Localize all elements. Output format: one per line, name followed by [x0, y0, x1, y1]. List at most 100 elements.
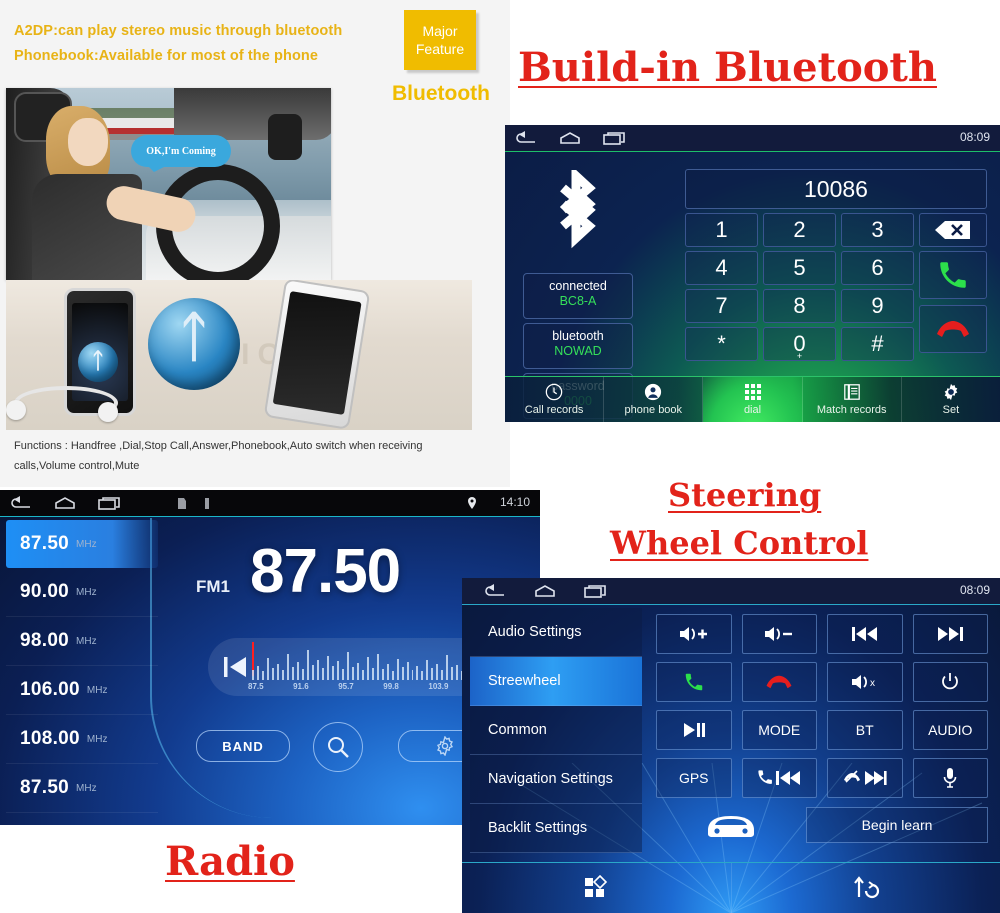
- menu-item-streewheel[interactable]: Streewheel: [470, 657, 642, 706]
- dial-key-4[interactable]: 4: [685, 251, 758, 285]
- dial-key-8[interactable]: 8: [763, 289, 836, 323]
- bt-tab-bar[interactable]: Call records phone book dial Match recor…: [505, 376, 1000, 422]
- radio-preset-list[interactable]: 87.50 MHz 90.00 MHz 98.00 MHz 106.00 MHz…: [6, 520, 158, 813]
- volume-down-button[interactable]: [741, 614, 817, 654]
- play-pause-button[interactable]: [656, 710, 732, 750]
- call-key[interactable]: [919, 251, 987, 299]
- dial-key-3[interactable]: 3: [841, 213, 914, 247]
- recents-icon[interactable]: [96, 496, 122, 511]
- tuner-tick: [396, 659, 399, 680]
- call-prev-button[interactable]: [741, 758, 817, 798]
- preset-item-4[interactable]: 106.00 MHz: [6, 666, 158, 715]
- dialed-number-display[interactable]: 10086: [685, 169, 987, 209]
- recents-icon[interactable]: [601, 131, 627, 146]
- dial-key-6[interactable]: 6: [841, 251, 914, 285]
- dial-key-7[interactable]: 7: [685, 289, 758, 323]
- white-phone: [263, 280, 371, 430]
- band-button[interactable]: BAND: [196, 730, 290, 762]
- tab-match-records[interactable]: Match records: [803, 377, 902, 422]
- preset-item-5[interactable]: 108.00 MHz: [6, 715, 158, 764]
- bluetooth-headunit-screen[interactable]: 08:09 connected BC8-A bluetooth NOWAD pa…: [505, 125, 1000, 422]
- tuner-tick: [311, 665, 314, 680]
- hangup-next-button[interactable]: [827, 758, 903, 798]
- next-track-button[interactable]: [912, 614, 988, 654]
- menu-item-audio-settings[interactable]: Audio Settings: [470, 608, 642, 657]
- swc-button-grid[interactable]: x MODE BT AUDIO GPS: [656, 614, 988, 798]
- list-icon: [843, 383, 861, 401]
- bluetooth-orb-large: ᛏ: [148, 298, 240, 390]
- backspace-key[interactable]: [919, 213, 987, 247]
- preset-item-6[interactable]: 87.50 MHz: [6, 764, 158, 813]
- radio-status-bar: 14:10: [0, 490, 540, 517]
- dial-key-star[interactable]: *: [685, 327, 758, 361]
- gps-button[interactable]: GPS: [656, 758, 732, 798]
- tuner-tick: [426, 660, 429, 680]
- mode-button[interactable]: MODE: [741, 710, 817, 750]
- mic-button[interactable]: [912, 758, 988, 798]
- mute-button[interactable]: x: [827, 662, 903, 702]
- audio-button[interactable]: AUDIO: [912, 710, 988, 750]
- bt-button[interactable]: BT: [827, 710, 903, 750]
- begin-learn-button[interactable]: Begin learn: [806, 807, 988, 843]
- steering-wheel-control-screen[interactable]: 08:09 Audio Settings Streewheel Common N…: [462, 578, 1000, 913]
- rearview-mirror: [268, 114, 302, 160]
- dial-key-hash[interactable]: #: [841, 327, 914, 361]
- tuner-tick: [271, 668, 274, 680]
- preset-freq-1: 87.50: [20, 533, 70, 554]
- dial-key-9[interactable]: 9: [841, 289, 914, 323]
- preset-item-3[interactable]: 98.00 MHz: [6, 617, 158, 666]
- bt-clock: 08:09: [959, 130, 990, 144]
- dial-key-2[interactable]: 2: [763, 213, 836, 247]
- tab-phone-book[interactable]: phone book: [604, 377, 704, 422]
- home-icon[interactable]: [557, 131, 583, 146]
- back-icon[interactable]: [482, 584, 508, 599]
- bluetooth-value: NOWAD: [554, 344, 602, 358]
- hangup-next-icon: [843, 770, 887, 785]
- tuner-tick: [421, 671, 424, 680]
- prev-station-icon[interactable]: [222, 654, 248, 680]
- hangup-icon: [766, 675, 792, 689]
- apps-button[interactable]: [462, 863, 732, 913]
- swc-bottom-bar[interactable]: [462, 862, 1000, 913]
- hangup-key[interactable]: [919, 305, 987, 353]
- tuner-tick: [401, 667, 404, 680]
- back-icon[interactable]: [513, 131, 539, 146]
- recents-icon[interactable]: [582, 584, 608, 599]
- search-button[interactable]: [313, 722, 363, 772]
- prev-track-button[interactable]: [827, 614, 903, 654]
- dial-key-0[interactable]: 0 +: [763, 327, 836, 361]
- menu-item-backlit-settings[interactable]: Backlit Settings: [470, 804, 642, 853]
- tuner-tick: [436, 664, 439, 680]
- dial-key-1[interactable]: 1: [685, 213, 758, 247]
- menu-item-navigation-settings[interactable]: Navigation Settings: [470, 755, 642, 804]
- a2dp-headline: A2DP:can play stereo music through bluet…: [14, 23, 343, 39]
- tuner-tick: [301, 669, 304, 680]
- scale-tick-2: 91.6: [293, 682, 309, 691]
- tuner-tick: [266, 658, 269, 680]
- preset-item-1[interactable]: 87.50 MHz: [6, 520, 158, 568]
- reset-button[interactable]: [732, 863, 1000, 913]
- tab-dial[interactable]: dial: [703, 377, 803, 422]
- backspace-icon: [935, 221, 970, 239]
- tuner-tick: [446, 655, 449, 680]
- radio-headunit-screen[interactable]: 14:10 87.50 MHz 90.00 MHz 98.00 MHz 106.…: [0, 490, 540, 825]
- power-button[interactable]: [912, 662, 988, 702]
- menu-item-common[interactable]: Common: [470, 706, 642, 755]
- connected-label: connected: [549, 279, 607, 293]
- volume-down-icon: [765, 627, 793, 641]
- tuner-tick: [416, 666, 419, 680]
- swc-clock: 08:09: [959, 583, 990, 597]
- call-button[interactable]: [656, 662, 732, 702]
- dial-key-5[interactable]: 5: [763, 251, 836, 285]
- volume-up-button[interactable]: [656, 614, 732, 654]
- tuner-tick: [376, 654, 379, 680]
- hangup-button[interactable]: [741, 662, 817, 702]
- home-icon[interactable]: [52, 496, 78, 511]
- back-icon[interactable]: [8, 496, 34, 511]
- home-icon[interactable]: [532, 584, 558, 599]
- settings-menu[interactable]: Audio Settings Streewheel Common Navigat…: [470, 608, 642, 853]
- tab-call-records[interactable]: Call records: [505, 377, 605, 422]
- call-prev-icon: [758, 770, 801, 785]
- tab-set[interactable]: Set: [902, 377, 1000, 422]
- preset-item-2[interactable]: 90.00 MHz: [6, 568, 158, 617]
